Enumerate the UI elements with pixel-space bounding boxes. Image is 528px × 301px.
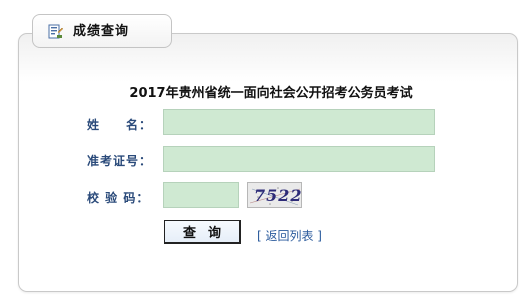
exam-title: 2017年贵州省统一面向社会公开招考公务员考试	[129, 86, 413, 101]
captcha-input[interactable]	[163, 182, 239, 208]
exam-id-input[interactable]	[163, 146, 435, 172]
captcha-text: 7522	[254, 186, 302, 205]
document-form-icon	[48, 24, 63, 39]
back-to-list-link[interactable]: [ 返回列表 ]	[257, 227, 322, 244]
captcha-label: 校 验 码：	[87, 191, 150, 205]
query-button[interactable]: 查询	[164, 220, 241, 244]
name-label: 姓 名：	[87, 118, 153, 132]
name-input[interactable]	[163, 109, 435, 135]
score-query-tab: 成绩查询	[32, 14, 172, 48]
captcha-image[interactable]: 7522	[247, 182, 302, 208]
exam-id-label: 准考证号：	[87, 154, 153, 168]
tab-title: 成绩查询	[73, 24, 130, 39]
